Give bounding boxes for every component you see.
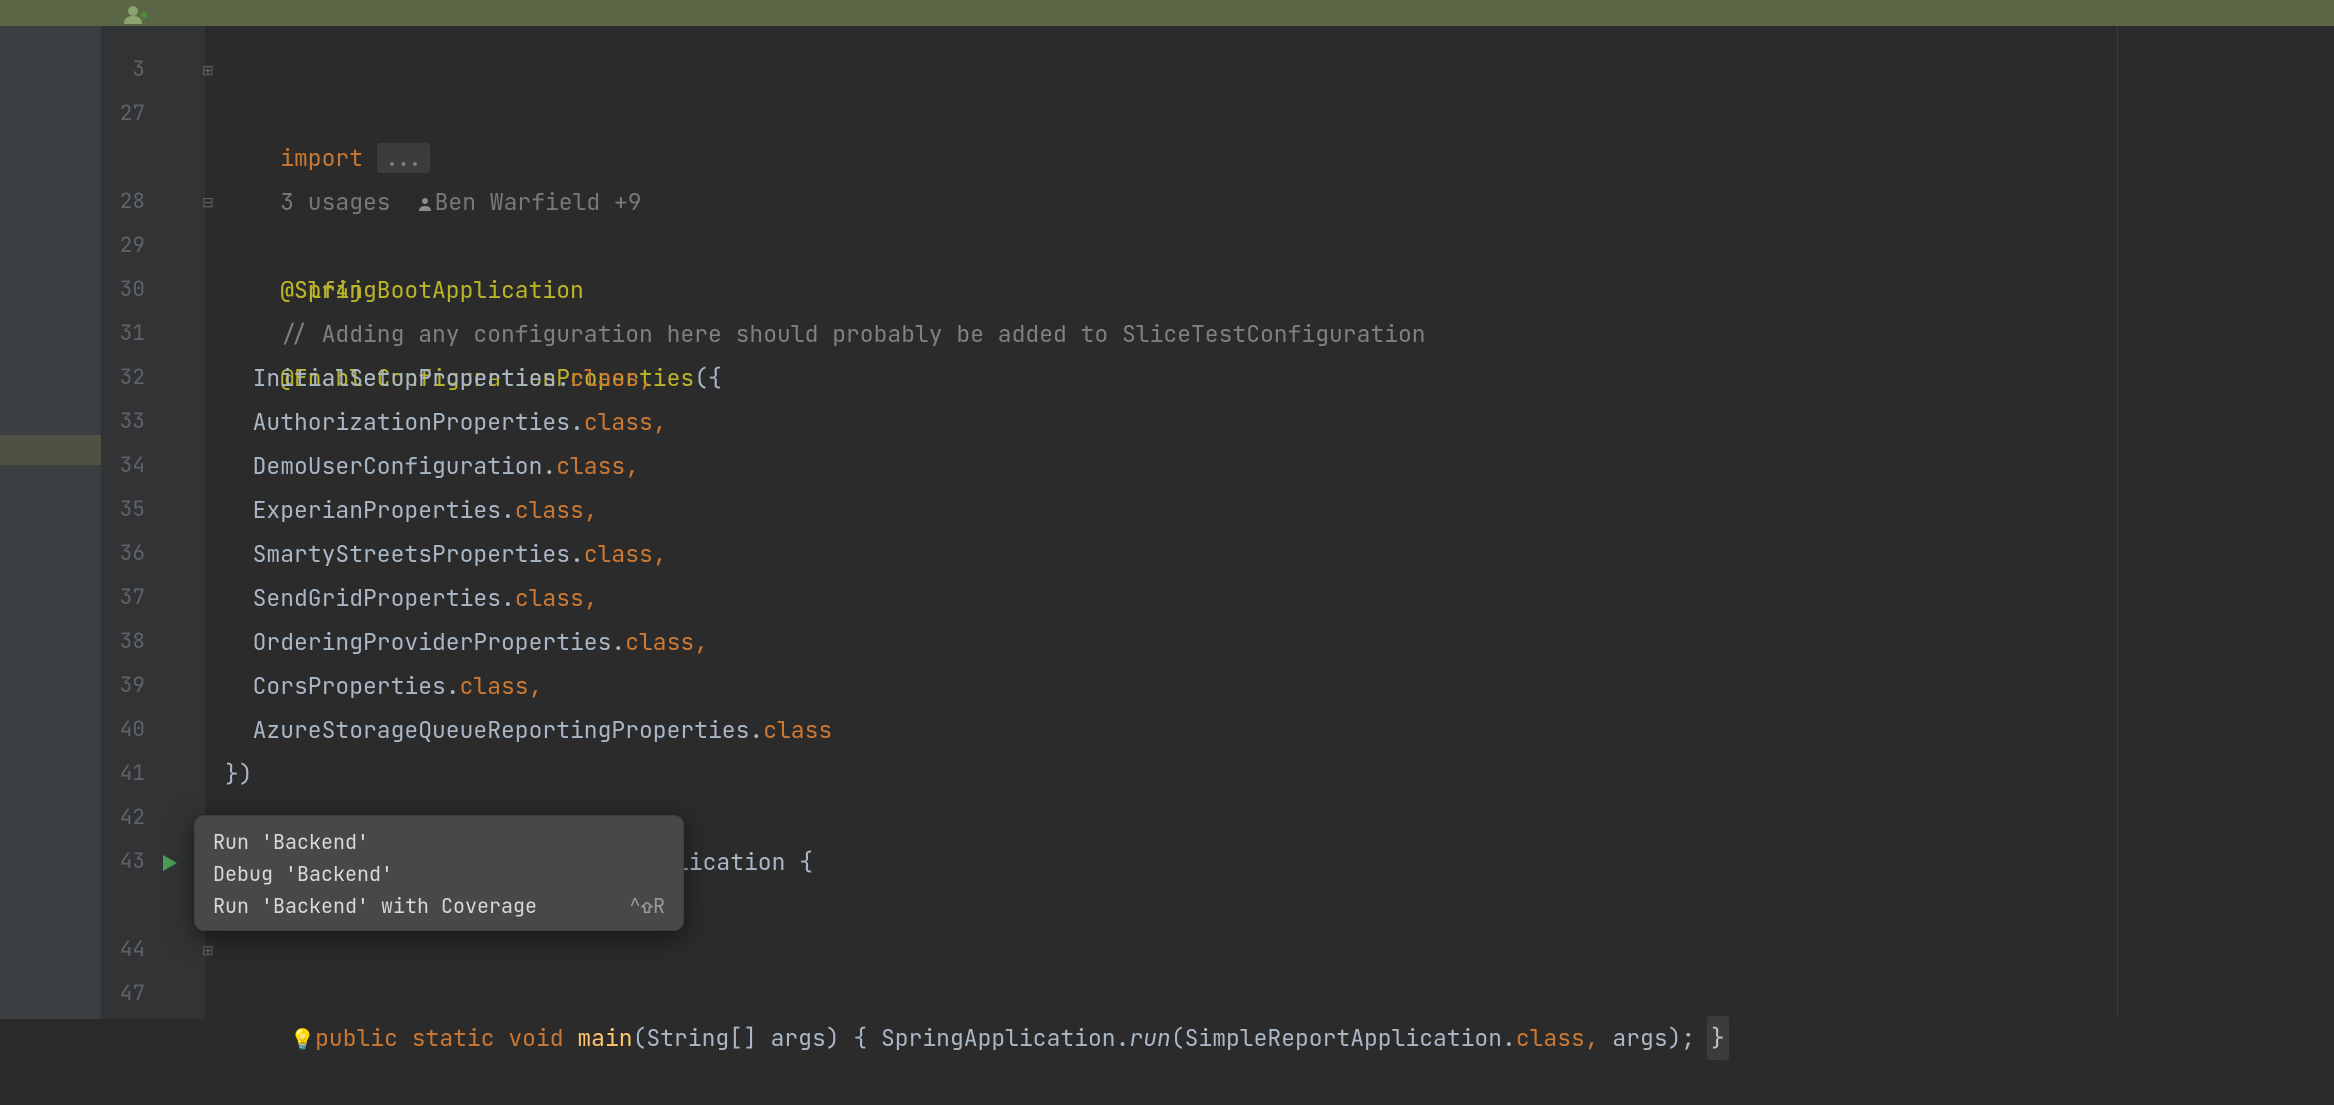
keyword-class: class, xyxy=(556,451,639,481)
line-number[interactable]: 37 xyxy=(101,576,145,620)
keyword-class: class, xyxy=(584,407,667,437)
keyword-class: class, xyxy=(1516,1023,1599,1053)
keyword-class: class, xyxy=(570,363,653,393)
line-number[interactable]: 31 xyxy=(101,312,145,356)
keyword-class: class, xyxy=(460,671,543,701)
code-text: InitialSetupProperties. xyxy=(225,363,570,393)
line-number[interactable]: 44 xyxy=(101,928,145,972)
keyword-class: class, xyxy=(515,583,598,613)
fold-toggle-icon[interactable]: ⊞ xyxy=(202,944,216,958)
keyword-public: public xyxy=(315,1023,398,1053)
editor-toolbar xyxy=(0,0,2334,26)
fold-toggle-icon[interactable]: ⊟ xyxy=(202,196,216,210)
code-text: DemoUserConfiguration. xyxy=(225,451,556,481)
line-number[interactable]: 32 xyxy=(101,356,145,400)
menu-item-coverage[interactable]: Run 'Backend' with Coverage ^⇧R xyxy=(195,890,683,922)
line-number[interactable]: 29 xyxy=(101,224,145,268)
menu-item-debug[interactable]: Debug 'Backend' xyxy=(195,858,683,890)
keyword-static: static xyxy=(412,1023,495,1053)
line-number[interactable]: 41 xyxy=(101,752,145,796)
code-text: CorsProperties. xyxy=(225,671,460,701)
project-sidebar xyxy=(0,26,101,1019)
line-number[interactable]: 34 xyxy=(101,444,145,488)
intention-bulb-icon[interactable]: 💡 xyxy=(290,1026,315,1052)
code-text: SmartyStreetsProperties. xyxy=(225,539,584,569)
code-text: AzureStorageQueueReportingProperties. xyxy=(225,715,763,745)
line-number[interactable]: 38 xyxy=(101,620,145,664)
method-name: main xyxy=(577,1023,632,1053)
code-text: SimpleReportApplication. xyxy=(1185,1023,1516,1053)
code-text: OrderingProviderProperties. xyxy=(225,627,625,657)
menu-item-label: Debug 'Backend' xyxy=(213,858,393,890)
menu-item-label: Run 'Backend' xyxy=(213,826,369,858)
line-number[interactable]: 33 xyxy=(101,400,145,444)
keyword-void: void xyxy=(508,1023,563,1053)
keyword-class: class, xyxy=(625,627,708,657)
fold-toggle-icon[interactable]: ⊞ xyxy=(202,64,216,78)
line-number[interactable]: 3 xyxy=(101,48,145,92)
code-text: SendGridProperties. xyxy=(225,583,515,613)
code-with-me-icon[interactable] xyxy=(124,2,150,22)
code-text: }) xyxy=(225,759,253,789)
menu-item-label: Run 'Backend' with Coverage xyxy=(213,890,537,922)
line-number[interactable]: 35 xyxy=(101,488,145,532)
sidebar-selection xyxy=(0,435,101,465)
line-number[interactable]: 27 xyxy=(101,92,145,136)
code-text: (String[] args) { SpringApplication. xyxy=(633,1023,1130,1053)
run-context-menu: Run 'Backend' Debug 'Backend' Run 'Backe… xyxy=(194,815,684,931)
line-number[interactable]: 42 xyxy=(101,796,145,840)
run-gutter-icon[interactable] xyxy=(161,854,179,872)
menu-item-shortcut: ^⇧R xyxy=(629,890,665,922)
menu-item-run[interactable]: Run 'Backend' xyxy=(195,826,683,858)
keyword-class: class xyxy=(763,715,832,745)
keyword-class: class, xyxy=(515,495,598,525)
keyword-class: class, xyxy=(584,539,667,569)
line-number[interactable]: 43 xyxy=(101,840,145,884)
right-margin-guide xyxy=(2117,26,2118,1019)
code-text: lication { xyxy=(675,847,813,877)
line-number[interactable]: 28 xyxy=(101,180,145,224)
code-text: AuthorizationProperties. xyxy=(225,407,584,437)
line-number[interactable]: 39 xyxy=(101,664,145,708)
code-text: ExperianProperties. xyxy=(225,495,515,525)
line-number[interactable]: 30 xyxy=(101,268,145,312)
code-text: ( xyxy=(1171,1023,1185,1053)
line-number[interactable]: 47 xyxy=(101,972,145,1016)
method-call: run xyxy=(1129,1023,1170,1053)
closing-brace-hint: } xyxy=(1707,1016,1729,1060)
code-text: args); xyxy=(1599,1023,1709,1053)
line-number[interactable]: 40 xyxy=(101,708,145,752)
editor-gutter[interactable]: 3 27 28 29 30 31 32 33 34 35 36 37 38 39… xyxy=(101,26,205,1019)
line-number[interactable]: 36 xyxy=(101,532,145,576)
